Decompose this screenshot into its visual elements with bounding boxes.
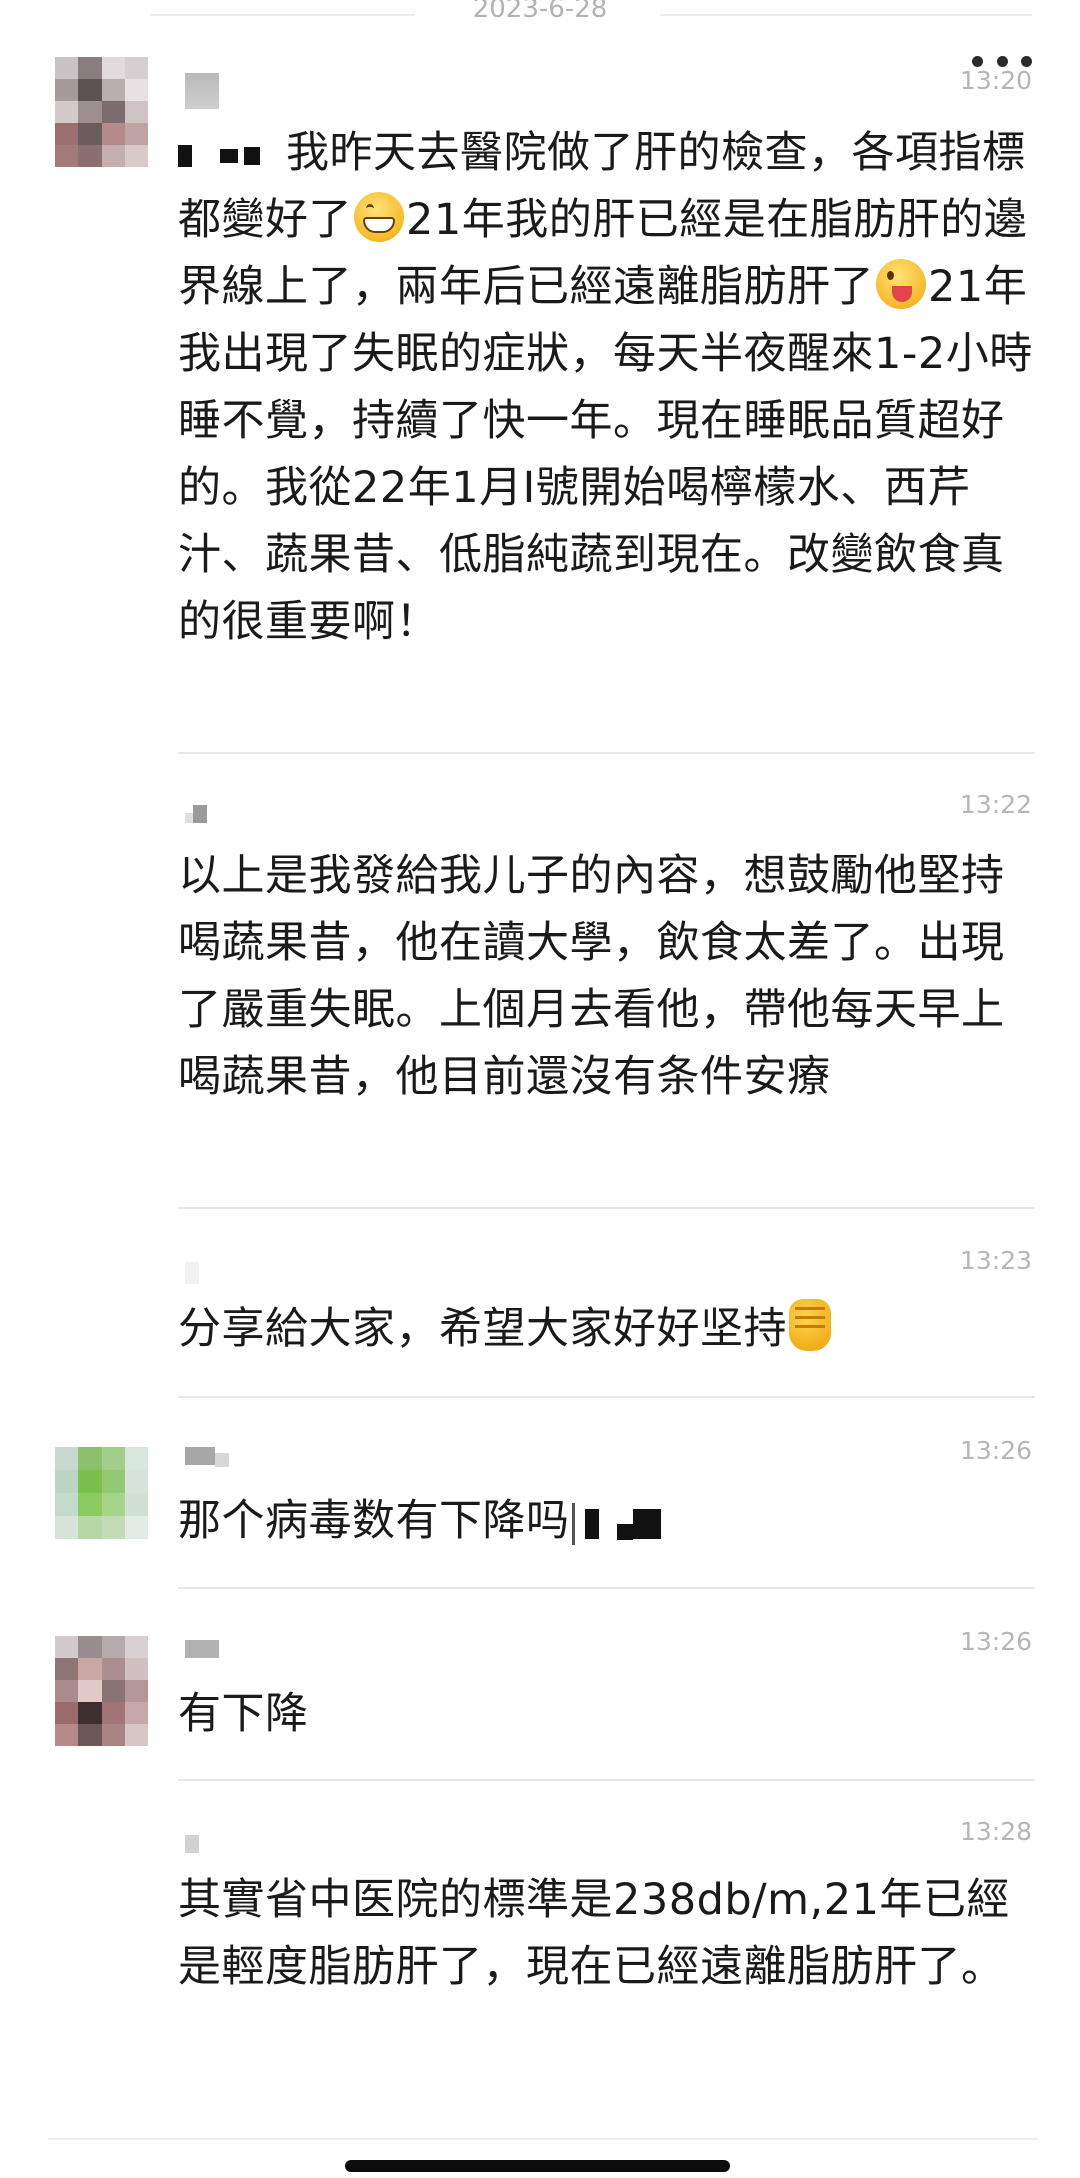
more-dot	[972, 55, 983, 67]
message-divider	[178, 1207, 1035, 1209]
redacted-mark	[178, 144, 192, 167]
bottom-divider	[48, 2138, 1038, 2140]
raised-fist-emoji	[789, 1299, 831, 1351]
message-text: 我昨天去醫院做了肝的檢查，各項指標都變好了 21年我的肝已經是在脂肪肝的邊界線上了…	[178, 120, 1038, 656]
redacted-mark	[584, 1508, 599, 1539]
message-time: 13:28	[959, 1817, 1032, 1846]
avatar[interactable]	[55, 57, 148, 167]
message-time: 13:26	[959, 1436, 1032, 1465]
message-time: 13:23	[959, 1246, 1032, 1275]
message-time: 13:22	[959, 790, 1032, 819]
grinning-face-emoji	[354, 192, 404, 242]
message-divider	[178, 1396, 1035, 1398]
more-dot	[996, 55, 1008, 67]
message-divider	[178, 1779, 1035, 1781]
date-divider: 2023-6-28	[0, 0, 1080, 30]
more-dot	[1021, 55, 1032, 67]
avatar[interactable]	[55, 1447, 148, 1539]
message-text: 其實省中医院的標準是238db/m,21年已經是輕度脂肪肝了，現在已經遠離脂肪肝…	[178, 1875, 1010, 1992]
message-text-part-3: 21年我出現了失眠的症狀，每天半夜醒來1-2小時睡不覺，持續了快一年。現在睡眠品…	[178, 262, 1033, 647]
redacted-mark	[220, 148, 238, 163]
redacted-mark	[616, 1523, 633, 1540]
sender-name	[185, 73, 219, 109]
message-divider	[178, 752, 1035, 754]
date-divider-text: 2023-6-28	[472, 0, 608, 24]
sender-name	[185, 1835, 199, 1853]
winking-tongue-face-emoji	[876, 259, 926, 309]
message-text: 那个病毒数有下降吗	[178, 1488, 1038, 1555]
redacted-mark	[571, 1502, 575, 1545]
message-text: 分享給大家，希望大家好好坚持	[178, 1296, 1038, 1363]
message-text-body: 分享給大家，希望大家好好坚持	[178, 1304, 787, 1354]
sender-name	[185, 1262, 199, 1284]
message-text: 有下降	[178, 1689, 309, 1739]
sender-name	[185, 1447, 229, 1467]
home-indicator[interactable]	[345, 2160, 730, 2172]
sender-name	[185, 1640, 219, 1658]
sender-name	[185, 805, 207, 823]
avatar[interactable]	[55, 1636, 148, 1746]
date-divider-line-right	[660, 14, 1032, 16]
redacted-mark	[632, 1508, 661, 1539]
message-time: 13:26	[959, 1627, 1032, 1656]
redacted-mark	[244, 146, 260, 165]
message-divider	[178, 1587, 1035, 1589]
message-text: 以上是我發給我儿子的內容，想鼓勵他堅持喝蔬果昔，他在讀大學，飲食太差了。出現了嚴…	[178, 851, 1005, 1102]
message-time: 13:20	[959, 66, 1032, 95]
message-text-body: 那个病毒数有下降吗	[178, 1496, 570, 1546]
